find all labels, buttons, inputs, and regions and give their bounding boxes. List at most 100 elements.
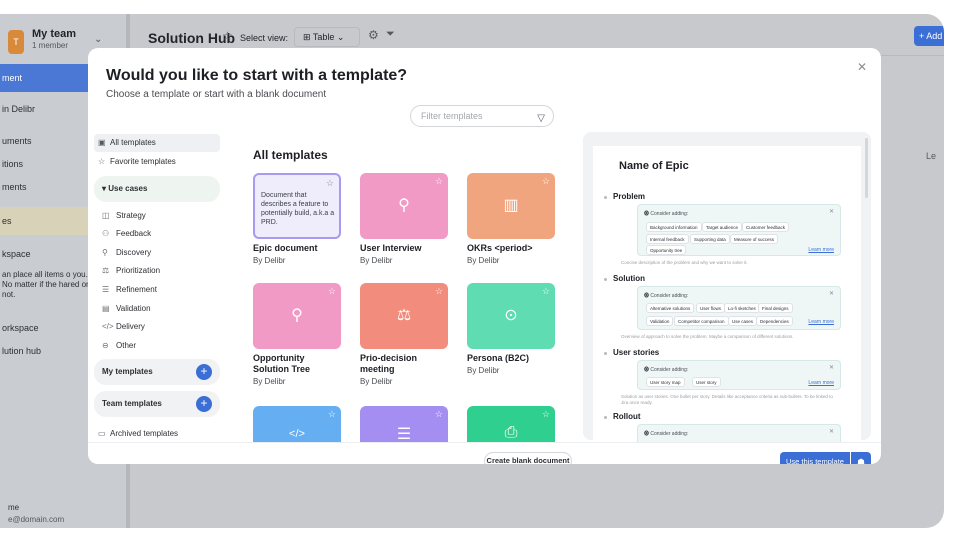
filter-icon[interactable]: ⏷ [386, 28, 395, 41]
suggestion-tag[interactable]: Background information [646, 222, 702, 232]
card-thumbnail: ☆ ⚲ [253, 283, 341, 349]
star-icon[interactable]: ☆ [435, 176, 443, 187]
template-card[interactable]: ☆ </> [253, 406, 341, 442]
star-icon[interactable]: ☆ [328, 409, 336, 420]
preview-scrollbar[interactable] [865, 138, 868, 198]
suggestion-tag[interactable]: Customer feedback [742, 222, 790, 232]
template-card-prio-decision-meeting[interactable]: ☆ ⚖ Prio-decision meeting By Delibr [360, 283, 448, 386]
close-icon[interactable]: ✕ [829, 428, 834, 435]
template-card-opportunity-solution-tree[interactable]: ☆ ⚲ Opportunity Solution Tree By Delibr [253, 283, 341, 386]
nav-favorite-templates[interactable]: ☆ Favorite templates [94, 153, 220, 171]
nav-my-templates[interactable]: My templates + [94, 359, 220, 385]
feedback-icon: ⚇ [102, 229, 110, 238]
create-blank-document-button[interactable]: Create blank document [484, 452, 572, 464]
star-icon[interactable]: ☆ [435, 409, 443, 420]
suggestion-tag[interactable]: User story map [646, 377, 685, 387]
nav-all-templates[interactable]: ▣ All templates [94, 134, 220, 152]
template-card[interactable]: ☆ ☰ [360, 406, 448, 442]
suggestion-tag[interactable]: Dependencies [756, 316, 793, 326]
team-member-count: 1 member [32, 41, 69, 50]
nav-delivery[interactable]: </> Delivery [102, 318, 220, 336]
suggestion-tag[interactable]: Use cases [728, 316, 758, 326]
consider-box: ⓿ Consider adding: ✕ [637, 424, 841, 442]
nav-archived-templates[interactable]: ▭ Archived templates [94, 425, 220, 443]
suggestion-tag[interactable]: Final designs [758, 303, 793, 313]
filter-icon[interactable]: ▽ [537, 109, 545, 129]
nav-strategy[interactable]: ◫ Strategy [102, 207, 220, 225]
suggestion-tag[interactable]: User story [692, 377, 721, 387]
add-button[interactable]: + Add [914, 26, 944, 46]
nav-discovery[interactable]: ⚲ Discovery [102, 244, 220, 262]
star-icon[interactable]: ☆ [328, 286, 336, 297]
close-icon[interactable]: ✕ [829, 208, 834, 215]
template-card[interactable]: ☆ ⎙ [467, 406, 555, 442]
learn-more-link[interactable]: Learn more [808, 247, 834, 253]
scale-icon: ⚖ [102, 266, 110, 275]
card-thumbnail: ☆ ⚲ [360, 173, 448, 239]
close-icon[interactable]: ✕ [829, 290, 834, 297]
preview-section-rollout: Rollout [604, 412, 641, 421]
telescope-icon: ⚲ [291, 307, 303, 324]
add-my-template-button[interactable]: + [196, 364, 212, 380]
section-title: All templates [253, 148, 328, 162]
card-thumbnail: ☆ Document that describes a feature to p… [253, 173, 341, 239]
nav-other[interactable]: ⊖ Other [102, 337, 220, 355]
star-icon[interactable]: ☆ [326, 178, 334, 189]
consider-box: ⓿ Consider adding: ✕ Alternative solutio… [637, 286, 841, 330]
gear-icon[interactable]: ⚙ [368, 28, 379, 42]
suggestion-tag[interactable]: Measure of success [730, 234, 779, 244]
consider-box: ⓿ Consider adding: ✕ User story map User… [637, 360, 841, 390]
template-options-button[interactable]: ☗ [851, 452, 871, 464]
template-card-user-interview[interactable]: ☆ ⚲ User Interview By Delibr [360, 173, 448, 265]
card-thumbnail: ☆ ⚖ [360, 283, 448, 349]
suggestion-tag[interactable]: User flows [696, 303, 726, 313]
close-icon[interactable]: ✕ [829, 364, 834, 371]
card-author: By Delibr [360, 377, 393, 386]
template-preview: Name of Epic Problem ⓿ Consider adding: … [593, 146, 861, 442]
clipboard-icon: ⎙ [504, 424, 518, 441]
nav-team-templates[interactable]: Team templates + [94, 391, 220, 417]
add-team-template-button[interactable]: + [196, 396, 212, 412]
clipboard-icon: ▤ [102, 304, 110, 313]
card-name: Persona (B2C) [467, 353, 530, 363]
use-template-button[interactable]: Use this template [780, 452, 850, 464]
user-email: e@domain.com [8, 515, 65, 524]
suggestion-tag[interactable]: Supporting data [690, 234, 730, 244]
nav-validation[interactable]: ▤ Validation [102, 300, 220, 318]
suggestion-tag[interactable]: Alternative solutions [646, 303, 695, 313]
template-card-persona[interactable]: ☆ ⊙ Persona (B2C) By Delibr [467, 283, 555, 375]
star-icon[interactable]: ☆ [542, 286, 550, 297]
card-thumbnail: ☆ ▥ [467, 173, 555, 239]
background-text: Le [925, 151, 936, 161]
filter-templates-input[interactable]: Filter templates ▽ [410, 105, 554, 127]
nav-use-cases[interactable]: ▾ Use cases [94, 176, 220, 202]
learn-more-link[interactable]: Learn more [808, 380, 834, 386]
card-author: By Delibr [467, 256, 500, 265]
suggestion-tag[interactable]: Target audience [702, 222, 743, 232]
nav-feedback[interactable]: ⚇ Feedback [102, 225, 220, 243]
close-icon[interactable]: ✕ [857, 60, 867, 74]
card-thumbnail: ☆ ☰ [360, 406, 448, 442]
consider-label: ⓿ Consider adding: [644, 293, 689, 299]
template-card-epic-document[interactable]: ☆ Document that describes a feature to p… [253, 173, 341, 265]
more-icon: ⊙ [504, 307, 518, 324]
nav-refinement[interactable]: ☰ Refinement [102, 281, 220, 299]
suggestion-tag[interactable]: Opportunity tree [646, 245, 687, 255]
suggestion-tag[interactable]: Competitor comparison [674, 316, 729, 326]
suggestion-tag[interactable]: Lo-fi sketches [724, 303, 760, 313]
learn-more-link[interactable]: Learn more [808, 319, 834, 325]
star-icon[interactable]: ☆ [542, 176, 550, 187]
nav-prioritization[interactable]: ⚖ Prioritization [102, 262, 220, 280]
suggestion-tag[interactable]: Validation [646, 316, 674, 326]
star-icon[interactable]: ☆ [222, 29, 233, 43]
card-thumbnail: ☆ ⊙ [467, 283, 555, 349]
star-icon[interactable]: ☆ [542, 409, 550, 420]
star-icon[interactable]: ☆ [435, 286, 443, 297]
card-name: OKRs <period> [467, 243, 533, 253]
template-card-okrs[interactable]: ☆ ▥ OKRs <period> By Delibr [467, 173, 555, 265]
chevron-down-icon: ⌄ [94, 34, 103, 45]
view-select[interactable]: ⊞ Table ⌄ [294, 27, 360, 47]
team-name: My team [32, 28, 77, 40]
preview-section-problem: Problem [603, 192, 646, 201]
suggestion-tag[interactable]: Internal feedback [646, 234, 689, 244]
